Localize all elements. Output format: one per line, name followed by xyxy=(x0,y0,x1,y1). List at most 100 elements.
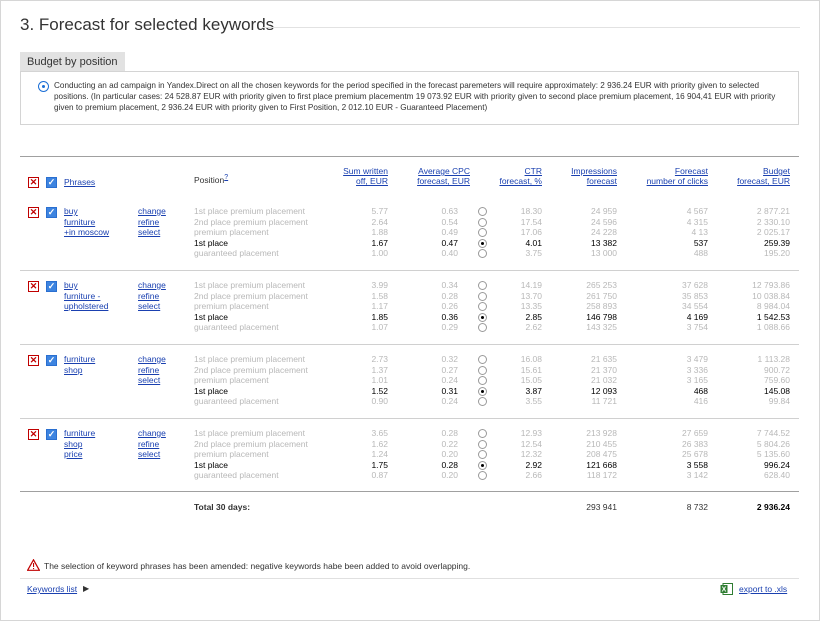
position-radio[interactable] xyxy=(478,281,487,290)
action-link-select[interactable]: select xyxy=(138,449,160,460)
cell-cpc: 0.26 xyxy=(441,301,458,312)
remove-phrase-checkbox[interactable]: ✕ xyxy=(28,281,39,292)
cell-sum: 2.64 xyxy=(371,216,388,227)
position-label: guaranteed placement xyxy=(194,322,279,333)
action-link-select[interactable]: select xyxy=(138,375,160,386)
tab-budget-by-position[interactable]: Budget by position xyxy=(20,52,125,72)
cell-imp: 143 325 xyxy=(586,322,617,333)
select-phrase-checkbox[interactable]: ✓ xyxy=(46,281,57,292)
header-budget[interactable]: Budget forecast, EUR xyxy=(720,166,790,186)
select-phrase-checkbox[interactable]: ✓ xyxy=(46,429,57,440)
cell-cpc: 0.20 xyxy=(441,449,458,460)
position-radio[interactable] xyxy=(478,439,487,449)
cell-ctr: 16.08 xyxy=(520,354,542,364)
header-sum-written[interactable]: Sum written off, EUR xyxy=(320,166,388,186)
cell-cpc: 0.24 xyxy=(441,375,458,386)
keywords-list-link[interactable]: Keywords list xyxy=(27,584,77,595)
cell-budget: 12 793.86 xyxy=(752,280,790,290)
action-link-refine[interactable]: refine xyxy=(138,365,159,376)
select-phrase-checkbox[interactable]: ✓ xyxy=(46,207,57,218)
position-radio[interactable] xyxy=(478,207,487,216)
position-radio[interactable] xyxy=(478,355,487,364)
position-radio[interactable] xyxy=(478,238,487,248)
remove-phrase-checkbox[interactable]: ✕ xyxy=(28,207,39,218)
header-budget-1: Budget xyxy=(763,166,790,176)
position-radio[interactable] xyxy=(478,429,487,438)
cell-clicks: 34 554 xyxy=(682,301,708,312)
cell-ctr: 15.05 xyxy=(520,375,542,386)
cell-clicks: 25 678 xyxy=(682,449,708,460)
action-link-change[interactable]: change xyxy=(138,428,166,439)
action-link-refine[interactable]: refine xyxy=(138,439,159,450)
cell-ctr: 2.92 xyxy=(525,459,542,470)
header-ctr-2: forecast, % xyxy=(499,176,542,186)
cell-ctr: 2.62 xyxy=(525,322,542,333)
header-clicks[interactable]: Forecast number of clicks xyxy=(630,166,708,186)
remove-phrase-checkbox[interactable]: ✕ xyxy=(28,355,39,366)
info-box: Conducting an ad campaign in Yandex.Dire… xyxy=(20,71,799,125)
cell-ctr: 12.93 xyxy=(520,428,542,438)
cell-ctr: 12.54 xyxy=(520,438,542,449)
cell-cpc: 0.49 xyxy=(441,227,458,238)
phrase-link[interactable]: +in moscow xyxy=(64,227,109,238)
cell-clicks: 4 13 xyxy=(691,227,708,238)
action-link-refine[interactable]: refine xyxy=(138,291,159,302)
cell-imp: 146 798 xyxy=(586,311,617,322)
phrase-link[interactable]: furniture xyxy=(64,217,95,228)
phrase-link[interactable]: price xyxy=(64,449,82,460)
remove-all-checkbox[interactable]: ✕ xyxy=(28,177,39,188)
position-radio[interactable] xyxy=(478,460,487,470)
position-radio[interactable] xyxy=(478,365,487,375)
select-phrase-checkbox[interactable]: ✓ xyxy=(46,355,57,366)
header-avg-cpc-1: Average CPC xyxy=(418,166,470,176)
header-ctr[interactable]: CTR forecast, % xyxy=(482,166,542,186)
header-ctr-1: CTR xyxy=(524,166,542,176)
header-impressions[interactable]: Impressions forecast xyxy=(556,166,617,186)
cell-clicks: 537 xyxy=(693,237,708,248)
footer-divider xyxy=(20,578,799,579)
header-clicks-2: number of clicks xyxy=(646,176,708,186)
cell-cpc: 0.22 xyxy=(441,438,458,449)
cell-sum: 1.52 xyxy=(371,385,388,396)
header-avg-cpc[interactable]: Average CPC forecast, EUR xyxy=(398,166,470,186)
action-link-select[interactable]: select xyxy=(138,227,160,238)
phrase-link[interactable]: furniture xyxy=(64,428,95,439)
header-phrases[interactable]: Phrases xyxy=(64,177,95,187)
phrase-link[interactable]: shop xyxy=(64,365,82,376)
cell-budget: 996.24 xyxy=(764,459,790,470)
action-link-change[interactable]: change xyxy=(138,280,166,291)
phrase-link[interactable]: furniture - xyxy=(64,291,100,302)
header-position-label: Position xyxy=(194,174,225,185)
cell-cpc: 0.34 xyxy=(441,280,458,290)
cell-clicks: 3 336 xyxy=(686,364,708,375)
action-link-change[interactable]: change xyxy=(138,206,166,217)
position-help-link[interactable]: ? xyxy=(224,174,228,181)
phrase-link[interactable]: upholstered xyxy=(64,301,108,312)
cell-cpc: 0.36 xyxy=(441,311,458,322)
position-radio[interactable] xyxy=(478,386,487,396)
action-link-select[interactable]: select xyxy=(138,301,160,312)
arrow-right-icon: ▶ xyxy=(83,584,90,593)
action-link-refine[interactable]: refine xyxy=(138,217,159,228)
remove-phrase-checkbox[interactable]: ✕ xyxy=(28,429,39,440)
position-radio[interactable] xyxy=(478,312,487,322)
phrase-link[interactable]: buy xyxy=(64,206,78,217)
position-label: 1st place xyxy=(194,237,229,248)
position-label: guaranteed placement xyxy=(194,248,279,259)
group-divider xyxy=(20,270,799,271)
position-radio[interactable] xyxy=(478,291,487,301)
phrase-link[interactable]: shop xyxy=(64,439,82,450)
cell-imp: 24 959 xyxy=(591,206,617,216)
cell-imp: 12 093 xyxy=(591,385,617,396)
select-all-checkbox[interactable]: ✓ xyxy=(46,177,57,188)
cell-ctr: 3.75 xyxy=(525,248,542,259)
action-link-change[interactable]: change xyxy=(138,354,166,365)
phrase-link[interactable]: buy xyxy=(64,280,78,291)
cell-sum: 1.67 xyxy=(371,237,388,248)
cell-cpc: 0.28 xyxy=(441,428,458,438)
export-xls-link[interactable]: export to .xls xyxy=(739,584,787,595)
cell-budget: 628.40 xyxy=(764,470,790,481)
phrase-link[interactable]: furniture xyxy=(64,354,95,365)
position-label: premium placement xyxy=(194,449,269,460)
position-radio[interactable] xyxy=(478,217,487,227)
